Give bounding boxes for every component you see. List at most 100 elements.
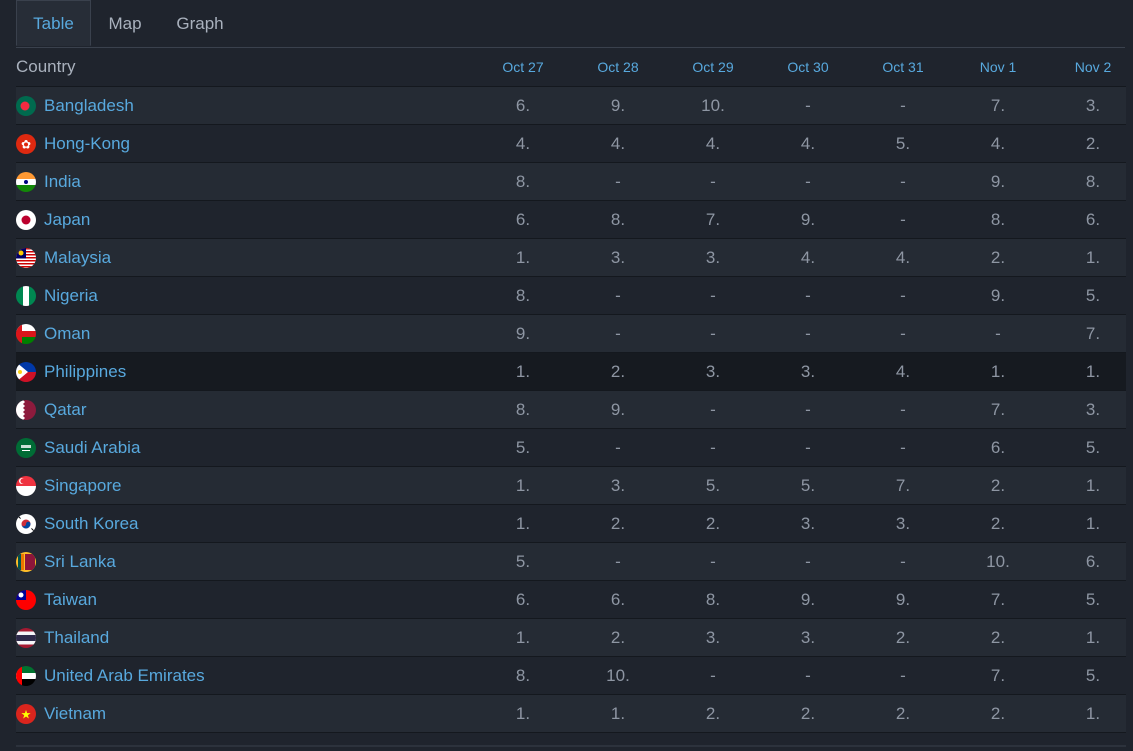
rank-cell: 8. [515,172,531,191]
rank-cell: 2. [990,248,1006,267]
date-column-header[interactable]: Nov 2 [1053,48,1133,86]
country-name-link[interactable]: Singapore [44,467,122,504]
table-row[interactable]: ✿ Hong-Kong 4. 4. 4. 4. 5. 4. 2. [16,125,1126,163]
rank-cell: - [805,666,811,685]
tab-graph[interactable]: Graph [166,0,234,47]
rank-cell: - [710,400,716,419]
india-flag-icon [16,172,36,192]
date-column-header[interactable]: Nov 1 [958,48,1038,86]
rank-cell: 7. [895,476,911,495]
table-row[interactable]: Singapore 1. 3. 5. 5. 7. 2. 1. [16,467,1126,505]
rank-cell: 10. [701,96,725,115]
country-name-link[interactable]: United Arab Emirates [44,657,205,694]
rank-cell: 8. [610,210,626,229]
rank-cell: - [710,172,716,191]
thailand-flag-icon [16,628,36,648]
rank-cell: 2. [705,514,721,533]
date-column-header[interactable]: Oct 27 [483,48,563,86]
rank-cell: 4. [895,248,911,267]
rank-cell: 1. [515,514,531,533]
rank-cell: - [805,286,811,305]
rank-cell: 7. [990,96,1006,115]
table-row[interactable]: Saudi Arabia 5. - - - - 6. 5. [16,429,1126,467]
country-name-link[interactable]: Thailand [44,619,109,656]
rank-cell: - [995,324,1001,343]
rank-cell: 9. [990,172,1006,191]
country-column-header[interactable]: Country [16,48,76,86]
rank-cell: - [710,552,716,571]
country-name-link[interactable]: Malaysia [44,239,111,276]
rank-cell: 2. [800,704,816,723]
date-column-header[interactable]: Oct 29 [673,48,753,86]
country-name-link[interactable]: South Korea [44,505,139,542]
table-row[interactable]: ★ Vietnam 1. 1. 2. 2. 2. 2. 1. [16,695,1126,733]
table-row[interactable]: Thailand 1. 2. 3. 3. 2. 2. 1. [16,619,1126,657]
japan-flag-icon [16,210,36,230]
country-name-link[interactable]: Nigeria [44,277,98,314]
country-name-link[interactable]: Saudi Arabia [44,429,140,466]
table-row[interactable]: Sri Lanka 5. - - - - 10. 6. [16,543,1126,581]
rank-cell: 5. [705,476,721,495]
rank-cell: 1. [515,704,531,723]
vietnam-flag-icon: ★ [16,704,36,724]
country-name-link[interactable]: Taiwan [44,581,97,618]
rank-cell: - [805,552,811,571]
country-name-link[interactable]: Philippines [44,353,126,390]
rank-cell: 2. [895,704,911,723]
rank-cell: - [805,172,811,191]
rank-cell: 8. [515,400,531,419]
country-name-link[interactable]: India [44,163,81,200]
rank-cell: 2. [610,514,626,533]
date-column-header[interactable]: Oct 28 [578,48,658,86]
tab-map[interactable]: Map [96,0,154,47]
table-row[interactable]: Philippines 1. 2. 3. 3. 4. 1. 1. [16,353,1126,391]
country-name-link[interactable]: Qatar [44,391,87,428]
svg-text:★: ★ [21,708,32,722]
rank-cell: 8. [515,286,531,305]
rank-cell: 1. [515,362,531,381]
rank-cell: 6. [610,590,626,609]
rank-cell: 2. [610,628,626,647]
rank-cell: 2. [990,704,1006,723]
rank-cell: - [900,324,906,343]
rank-cell: 6. [1085,552,1101,571]
rank-cell: - [900,96,906,115]
rank-cell: - [615,286,621,305]
rank-cell: 9. [990,286,1006,305]
rank-cell: - [900,210,906,229]
malaysia-flag-icon [16,248,36,268]
date-column-header[interactable]: Oct 31 [863,48,943,86]
rank-cell: - [615,438,621,457]
rank-cell: 3. [800,362,816,381]
country-name-link[interactable]: Japan [44,201,90,238]
rank-cell: - [710,666,716,685]
table-row[interactable]: Taiwan 6. 6. 8. 9. 9. 7. 5. [16,581,1126,619]
table-row[interactable]: Malaysia 1. 3. 3. 4. 4. 2. 1. [16,239,1126,277]
rank-cell: 9. [895,590,911,609]
date-column-header[interactable]: Oct 30 [768,48,848,86]
country-name-link[interactable]: Vietnam [44,695,106,732]
table-row[interactable]: United Arab Emirates 8. 10. - - - 7. 5. [16,657,1126,695]
rank-cell: 8. [705,590,721,609]
country-name-link[interactable]: Oman [44,315,90,352]
table-row[interactable]: Qatar 8. 9. - - - 7. 3. [16,391,1126,429]
rank-cell: 3. [705,248,721,267]
table-row[interactable]: South Korea 1. 2. 2. 3. 3. 2. 1. [16,505,1126,543]
rank-cell: 2. [990,476,1006,495]
table-row[interactable]: Nigeria 8. - - - - 9. 5. [16,277,1126,315]
table-row[interactable]: Japan 6. 8. 7. 9. - 8. 6. [16,201,1126,239]
table-row[interactable]: Bangladesh 6. 9. 10. - - 7. 3. [16,87,1126,125]
rank-cell: - [900,286,906,305]
table-header: Country Oct 27 Oct 28 Oct 29 Oct 30 Oct … [16,48,1126,87]
table-bottom-divider [16,745,1126,747]
taiwan-flag-icon [16,590,36,610]
rank-cell: 8. [515,666,531,685]
country-name-link[interactable]: Hong-Kong [44,125,130,162]
country-name-link[interactable]: Sri Lanka [44,543,116,580]
tab-table[interactable]: Table [16,0,91,46]
rank-cell: 2. [990,514,1006,533]
table-row[interactable]: India 8. - - - - 9. 8. [16,163,1126,201]
country-name-link[interactable]: Bangladesh [44,87,134,124]
rank-cell: 1. [1085,476,1101,495]
table-row[interactable]: Oman 9. - - - - - 7. [16,315,1126,353]
